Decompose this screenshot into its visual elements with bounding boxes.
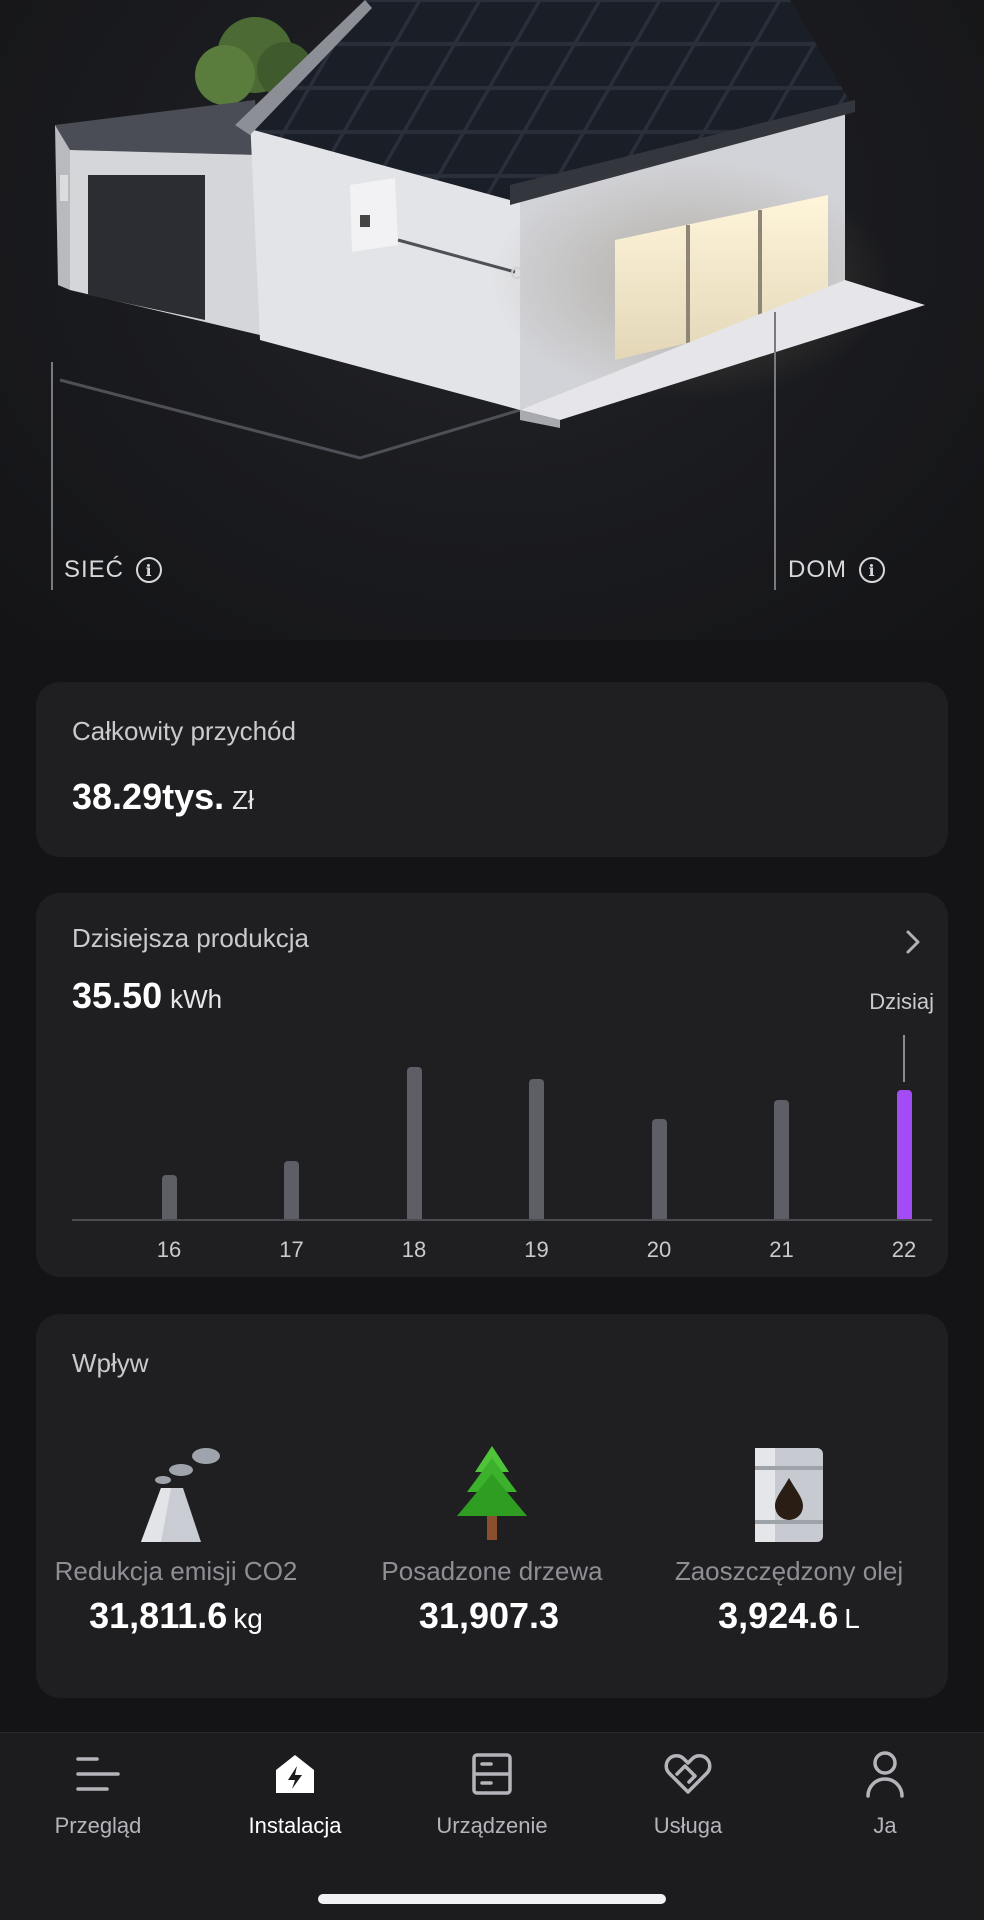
nav-item-device[interactable]: Urządzenie	[394, 1749, 590, 1839]
chart-x-label: 20	[646, 1237, 672, 1262]
nav-item-profile[interactable]: Ja	[787, 1749, 983, 1839]
chart-x-label: 21	[769, 1237, 794, 1262]
chart-bar[interactable]	[651, 1119, 667, 1219]
chart-bar[interactable]	[774, 1100, 789, 1219]
house-graphic	[51, 0, 925, 590]
nav-label: Ja	[873, 1813, 897, 1838]
chart-baseline	[72, 1219, 932, 1221]
nav-label: Usługa	[653, 1813, 723, 1838]
impact-label: Posadzone drzewa	[381, 1556, 603, 1586]
grid-label[interactable]: SIEĆ i	[64, 556, 163, 584]
impact-title: Wpływ	[72, 1348, 149, 1378]
chart-bar[interactable]	[406, 1067, 422, 1219]
impact-amount: 3,924.6	[718, 1595, 839, 1636]
impact-item-oil: Zaoszczędzony olej 3,924.6 L	[644, 1434, 934, 1637]
nav-item-service[interactable]: Usługa	[590, 1749, 786, 1839]
impact-unit: kg	[233, 1603, 263, 1634]
nav-item-overview[interactable]: Przegląd	[0, 1749, 196, 1839]
today-label: Dzisiaj	[869, 989, 934, 1014]
chart-x-label: 22	[891, 1237, 917, 1262]
chart-bar[interactable]	[284, 1161, 299, 1219]
factory-icon	[31, 1434, 321, 1544]
revenue-card: Całkowity przychód 38.29tys. Zł	[36, 682, 948, 857]
impact-card: Wpływ Redukcja emisji CO2 31,811.6 kg Po…	[36, 1314, 948, 1698]
impact-value: 3,924.6 L	[644, 1595, 934, 1637]
tree-icon	[347, 1434, 637, 1544]
impact-label: Redukcja emisji CO2	[54, 1556, 298, 1586]
chart-bar-today[interactable]	[896, 1090, 912, 1219]
revenue-value: 38.29tys. Zł	[72, 776, 254, 818]
chart-x-label: 16	[156, 1237, 182, 1262]
production-card[interactable]: Dzisiejsza produkcja 35.50 kWh 16 17 18 19 20…	[36, 893, 948, 1277]
today-marker-line	[903, 1035, 905, 1082]
impact-item-co2: Redukcja emisji CO2 31,811.6 kg	[31, 1434, 321, 1637]
grid-label-text: SIEĆ	[64, 556, 125, 583]
home-indicator	[318, 1894, 666, 1904]
info-icon[interactable]: i	[136, 557, 163, 583]
bottom-navigation: Przegląd Instalacja Urządzenie Usługa Ja	[0, 1732, 984, 1920]
oil-barrel-icon	[644, 1434, 934, 1544]
device-icon	[467, 1749, 517, 1799]
revenue-unit: Zł	[232, 785, 254, 815]
nav-label: Instalacja	[248, 1813, 342, 1838]
production-bar-chart: 16 17 18 19 20 21 22 Dzisiaj	[72, 893, 934, 1283]
profile-icon	[860, 1749, 910, 1799]
impact-amount: 31,811.6	[89, 1595, 228, 1636]
impact-item-trees: Posadzone drzewa 31,907.3	[347, 1434, 637, 1637]
house-illustration: SIEĆ i DOM i	[0, 0, 984, 640]
nav-item-installation[interactable]: Instalacja	[197, 1749, 393, 1839]
info-icon[interactable]: i	[859, 557, 885, 583]
impact-label: Zaoszczędzony olej	[674, 1556, 904, 1586]
nav-label: Przegląd	[54, 1813, 142, 1838]
overview-icon	[73, 1749, 123, 1799]
nav-label: Urządzenie	[436, 1813, 548, 1838]
chart-bar[interactable]	[161, 1175, 177, 1219]
impact-value: 31,811.6 kg	[31, 1595, 321, 1637]
impact-amount: 31,907.3	[418, 1595, 560, 1636]
home-label[interactable]: DOM i	[788, 556, 885, 584]
revenue-title: Całkowity przychód	[72, 716, 296, 746]
chart-x-label: 18	[401, 1237, 427, 1262]
chart-x-label: 19	[524, 1237, 549, 1262]
chart-x-label: 17	[279, 1237, 304, 1262]
impact-unit: L	[844, 1603, 860, 1634]
home-label-text: DOM	[788, 556, 847, 583]
impact-value: 31,907.3	[347, 1595, 637, 1637]
chart-bar[interactable]	[529, 1079, 544, 1219]
installation-icon	[270, 1749, 320, 1799]
revenue-amount: 38.29tys.	[72, 776, 225, 817]
service-icon	[663, 1749, 713, 1799]
